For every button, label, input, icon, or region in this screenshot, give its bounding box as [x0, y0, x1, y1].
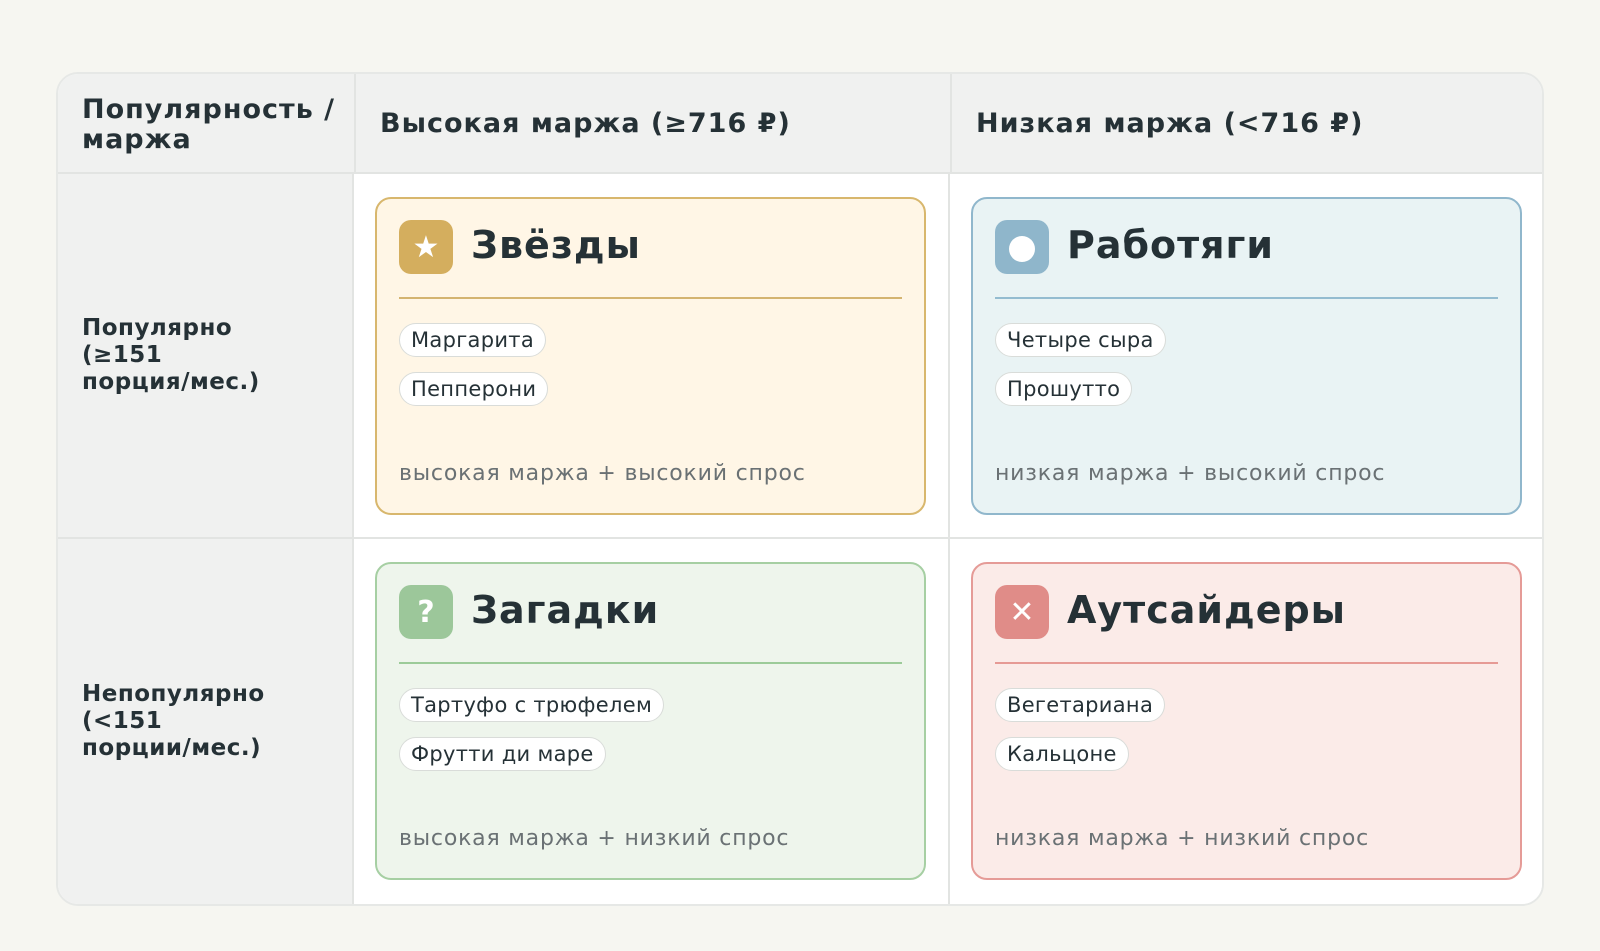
menu-item-tag: Фрутти ди маре	[399, 737, 606, 771]
item-list: Вегетариана Кальцоне	[995, 688, 1166, 771]
star-icon: ★	[399, 220, 453, 274]
quadrant-title: Звёзды	[471, 223, 641, 267]
quadrant-card-workhorses: Работяги Четыре сыра Прошутто низкая мар…	[971, 197, 1522, 515]
circle-icon	[995, 220, 1049, 274]
menu-matrix: Популярность / маржа Высокая маржа (≥716…	[56, 72, 1544, 906]
quadrant-note: низкая маржа + низкий спрос	[995, 826, 1369, 851]
row-label-popular: Популярно (≥151 порция/мес.)	[58, 174, 354, 539]
menu-item-tag: Маргарита	[399, 323, 546, 357]
cross-icon: ✕	[995, 585, 1049, 639]
divider	[399, 662, 902, 664]
question-icon: ?	[399, 585, 453, 639]
item-list: Четыре сыра Прошутто	[995, 323, 1166, 406]
quadrant-title: Работяги	[1067, 223, 1275, 267]
item-list: Маргарита Пепперони	[399, 323, 549, 406]
page: Популярность / маржа Высокая маржа (≥716…	[0, 0, 1600, 951]
divider	[995, 662, 1498, 664]
quadrant-title: Загадки	[471, 588, 660, 632]
quadrant-cell-puzzles: ? Загадки Тартуфо с трюфелем Фрутти ди м…	[354, 539, 950, 904]
quadrant-cell-workhorses: Работяги Четыре сыра Прошутто низкая мар…	[950, 174, 1542, 539]
quadrant-card-puzzles: ? Загадки Тартуфо с трюфелем Фрутти ди м…	[375, 562, 926, 880]
row-label-unpopular: Непопулярно (<151 порции/мес.)	[58, 539, 354, 904]
quadrant-note: высокая маржа + низкий спрос	[399, 826, 790, 851]
column-header-high-margin: Высокая маржа (≥716 ₽)	[354, 74, 950, 174]
menu-item-tag: Прошутто	[995, 372, 1133, 406]
item-list: Тартуфо с трюфелем Фрутти ди маре	[399, 688, 665, 771]
quadrant-note: низкая маржа + высокий спрос	[995, 461, 1386, 486]
quadrant-note: высокая маржа + высокий спрос	[399, 461, 806, 486]
corner-header: Популярность / маржа	[58, 74, 354, 174]
quadrant-cell-dogs: ✕ Аутсайдеры Вегетариана Кальцоне низкая…	[950, 539, 1542, 904]
quadrant-cell-stars: ★ Звёзды Маргарита Пепперони высокая мар…	[354, 174, 950, 539]
menu-item-tag: Тартуфо с трюфелем	[399, 688, 665, 722]
quadrant-card-stars: ★ Звёзды Маргарита Пепперони высокая мар…	[375, 197, 926, 515]
quadrant-card-dogs: ✕ Аутсайдеры Вегетариана Кальцоне низкая…	[971, 562, 1522, 880]
menu-item-tag: Кальцоне	[995, 737, 1129, 771]
divider	[995, 297, 1498, 299]
menu-item-tag: Пепперони	[399, 372, 549, 406]
menu-item-tag: Четыре сыра	[995, 323, 1166, 357]
quadrant-title: Аутсайдеры	[1067, 588, 1347, 632]
divider	[399, 297, 902, 299]
menu-item-tag: Вегетариана	[995, 688, 1166, 722]
column-header-low-margin: Низкая маржа (<716 ₽)	[950, 74, 1542, 174]
